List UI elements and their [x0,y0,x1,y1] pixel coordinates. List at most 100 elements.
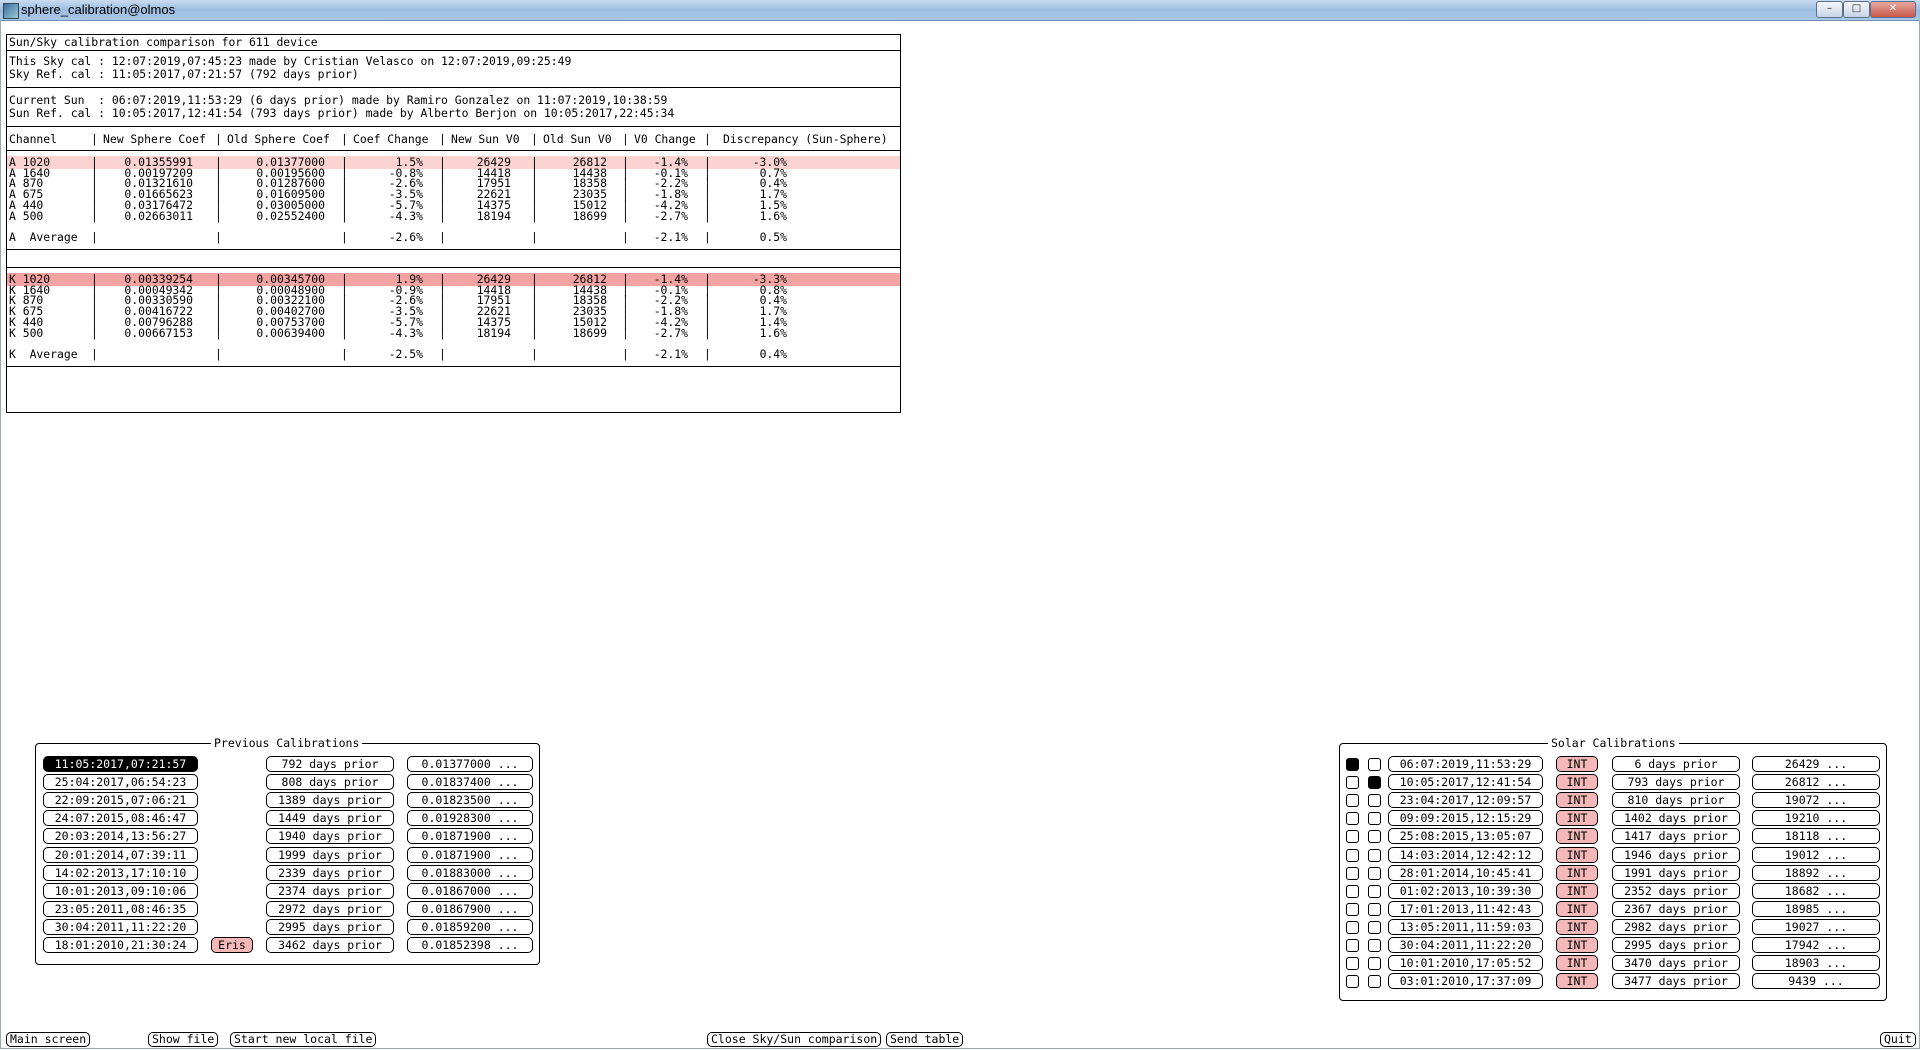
minimize-button[interactable]: – [1816,1,1843,18]
reference-sun-radio[interactable] [1368,812,1381,826]
solar-calibration-date[interactable]: 06:07:2019,11:53:29 [1388,756,1543,772]
solar-calibration-v0-button[interactable]: 19027 ... [1752,918,1880,935]
solar-calibration-date[interactable]: 25:08:2015,13:05:07 [1388,828,1543,845]
current-sun-radio[interactable] [1346,776,1359,790]
previous-calibration-date[interactable]: 24:07:2015,08:46:47 [43,810,198,827]
previous-calibration-date[interactable]: 23:05:2011,08:46:35 [43,900,198,917]
solar-calibration-v0-button[interactable]: 18118 ... [1752,828,1880,845]
previous-calibration-date[interactable]: 11:05:2017,07:21:57 [43,756,198,772]
solar-calibration-prior: 3477 days prior [1612,973,1740,990]
cell-old-sun-v0: 18699 [572,208,607,223]
solar-calibration-v0-button[interactable]: 18892 ... [1752,864,1880,881]
previous-calibration-date[interactable]: 14:02:2013,17:10:10 [43,864,198,881]
solar-calibration-prior: 1946 days prior [1612,846,1740,863]
solar-calibration-date[interactable]: 17:01:2013,11:42:43 [1388,900,1543,917]
solar-calibration-v0-button[interactable]: 19012 ... [1752,846,1880,863]
previous-calibration-prior: 1389 days prior [266,792,394,809]
current-sun-radio[interactable] [1346,902,1359,916]
column-separator: | [215,347,222,361]
column-separator: | [341,230,348,244]
current-sun-radio[interactable] [1346,866,1359,880]
start-new-local-file-button[interactable]: Start new local file [230,1032,377,1047]
solar-calibration-date[interactable]: 09:09:2015,12:15:29 [1388,810,1543,827]
previous-calibration-date[interactable]: 30:04:2011,11:22:20 [43,918,198,935]
previous-calibration-coef-button[interactable]: 0.01859200 ... [407,918,533,935]
previous-calibration-date[interactable]: 18:01:2010,21:30:24 [43,937,198,953]
reference-sun-radio[interactable] [1368,884,1381,898]
solar-calibration-date[interactable]: 03:01:2010,17:37:09 [1388,973,1543,990]
solar-calibration-date[interactable]: 10:01:2010,17:05:52 [1388,955,1543,972]
previous-calibration-tag[interactable]: Eris [211,937,253,953]
solar-calibration-v0-button[interactable]: 19210 ... [1752,810,1880,827]
reference-sun-radio[interactable] [1368,866,1381,880]
previous-calibration-coef-button[interactable]: 0.01928300 ... [407,810,533,827]
maximize-button[interactable]: □ [1843,1,1870,18]
current-sun-radio[interactable] [1346,794,1359,808]
current-sun-radio[interactable] [1346,830,1359,844]
title-bar: sphere_calibration@olmos – □ ✕ [0,0,1920,21]
reference-sun-radio[interactable] [1368,902,1381,916]
solar-calibration-type: INT [1556,828,1598,845]
solar-calibration-v0-button[interactable]: 9439 ... [1752,973,1880,990]
previous-calibration-date[interactable]: 20:01:2014,07:39:11 [43,846,198,863]
solar-calibration-type: INT [1556,973,1598,990]
previous-calibration-coef-button[interactable]: 0.01867000 ... [407,882,533,899]
previous-calibration-date[interactable]: 20:03:2014,13:56:27 [43,828,198,845]
close-window-button[interactable]: ✕ [1870,1,1916,18]
previous-calibration-coef-button[interactable]: 0.01837400 ... [407,774,533,791]
solar-calibration-date[interactable]: 01:02:2013,10:39:30 [1388,882,1543,899]
reference-sun-radio[interactable] [1368,776,1381,790]
header-old-sphere-coef: Old Sphere Coef [227,132,330,146]
solar-calibration-v0-button[interactable]: 18985 ... [1752,900,1880,917]
solar-calibration-date[interactable]: 14:03:2014,12:42:12 [1388,846,1543,863]
previous-calibration-coef-button[interactable]: 0.01871900 ... [407,846,533,863]
previous-calibration-coef-button[interactable]: 0.01377000 ... [407,756,533,772]
reference-sun-radio[interactable] [1368,830,1381,844]
main-screen-button[interactable]: Main screen [6,1032,91,1047]
previous-calibration-coef-button[interactable]: 0.01867900 ... [407,900,533,917]
current-sun-radio[interactable] [1346,884,1359,898]
solar-calibration-v0-button[interactable]: 18682 ... [1752,882,1880,899]
reference-sun-radio[interactable] [1368,848,1381,862]
current-sun-radio[interactable] [1346,975,1359,989]
solar-calibration-date[interactable]: 13:05:2011,11:59:03 [1388,918,1543,935]
reference-sun-radio[interactable] [1368,957,1381,971]
solar-calibration-v0-button[interactable]: 18903 ... [1752,955,1880,972]
solar-calibration-date[interactable]: 10:05:2017,12:41:54 [1388,774,1543,791]
cell-channel: A Average [9,230,78,244]
reference-sun-radio[interactable] [1368,939,1381,952]
reference-sun-radio[interactable] [1368,975,1381,989]
previous-calibration-coef-button[interactable]: 0.01883000 ... [407,864,533,881]
close-comparison-button[interactable]: Close Sky/Sun comparison [707,1032,882,1047]
solar-calibration-type: INT [1556,774,1598,791]
reference-sun-radio[interactable] [1368,794,1381,808]
current-sun-radio[interactable] [1346,812,1359,826]
current-sun-radio[interactable] [1346,758,1359,771]
previous-calibration-coef-button[interactable]: 0.01871900 ... [407,828,533,845]
current-sun-radio[interactable] [1346,939,1359,952]
current-sun-radio[interactable] [1346,920,1359,934]
comparison-title: Sun/Sky calibration comparison for 611 d… [9,35,318,49]
previous-calibration-date[interactable]: 22:09:2015,07:06:21 [43,792,198,809]
solar-calibration-v0-button[interactable]: 19072 ... [1752,792,1880,809]
reference-sun-radio[interactable] [1368,758,1381,771]
quit-button[interactable]: Quit [1880,1032,1916,1047]
solar-calibration-date[interactable]: 28:01:2014,10:45:41 [1388,864,1543,881]
previous-calibration-date[interactable]: 10:01:2013,09:10:06 [43,882,198,899]
solar-calibration-v0-button[interactable]: 26429 ... [1752,756,1880,772]
previous-calibration-coef-button[interactable]: 0.01823500 ... [407,792,533,809]
current-sun-radio[interactable] [1346,957,1359,971]
reference-sun-radio[interactable] [1368,920,1381,934]
current-sun-radio[interactable] [1346,848,1359,862]
previous-calibration-prior: 792 days prior [266,756,394,772]
send-table-button[interactable]: Send table [886,1032,964,1047]
previous-calibration-date[interactable]: 25:04:2017,06:54:23 [43,774,198,791]
show-file-button[interactable]: Show file [148,1032,219,1047]
cell-discrepancy: 1.6% [759,325,787,340]
solar-calibration-type: INT [1556,955,1598,972]
solar-calibration-v0-button[interactable]: 26812 ... [1752,774,1880,791]
solar-calibration-date[interactable]: 30:04:2011,11:22:20 [1388,937,1543,953]
previous-calibration-coef-button[interactable]: 0.01852398 ... [407,937,533,953]
solar-calibration-v0-button[interactable]: 17942 ... [1752,937,1880,953]
solar-calibration-date[interactable]: 23:04:2017,12:09:57 [1388,792,1543,809]
